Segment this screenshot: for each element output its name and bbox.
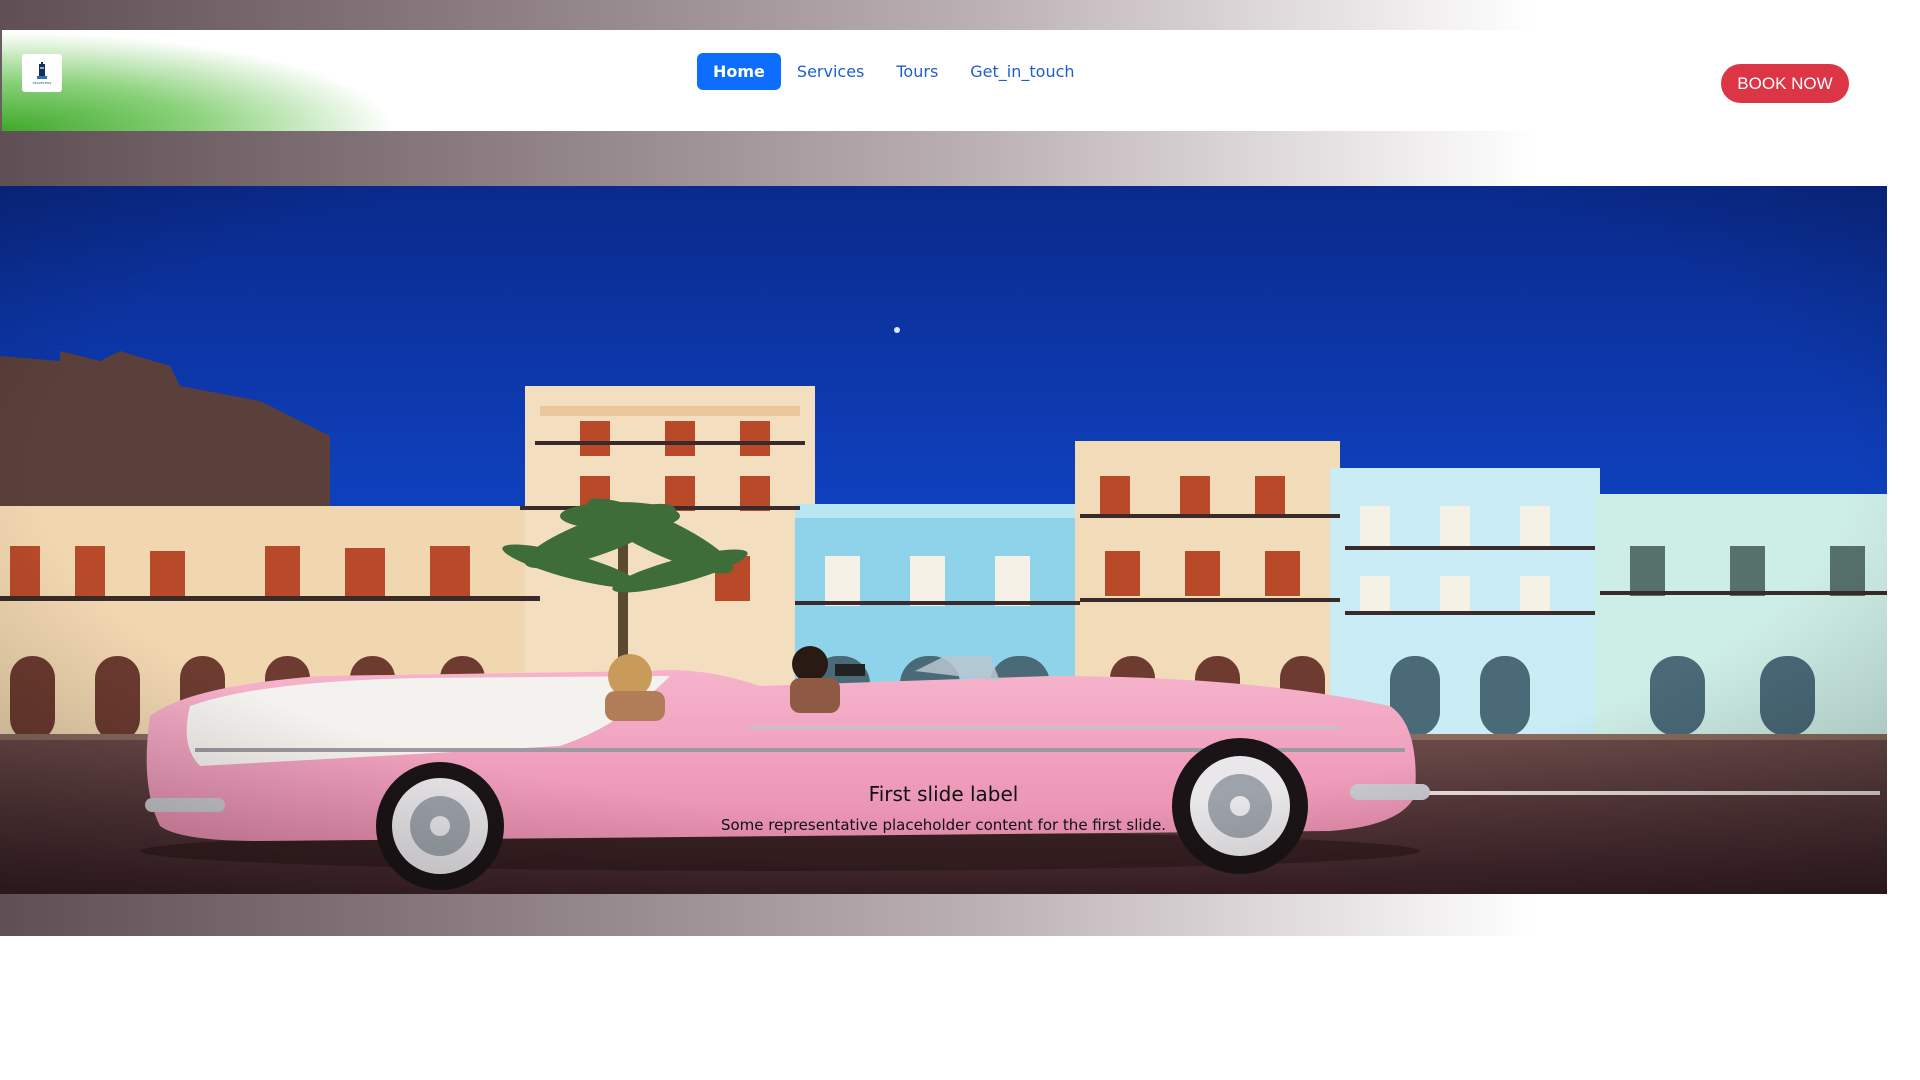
nav-link-services[interactable]: Services — [781, 53, 880, 90]
navbar-green-glow — [0, 30, 470, 131]
caption-text: Some representative placeholder content … — [720, 816, 1167, 834]
carousel-caption: First slide label Some representative pl… — [0, 782, 1887, 834]
travel-logo-icon — [37, 61, 47, 79]
caption-title: First slide label — [868, 782, 1019, 806]
site-logo[interactable]: TRAVELERS — [22, 54, 62, 92]
nav-links: Home Services Tours Get_in_touch — [697, 53, 1091, 90]
hero-carousel[interactable]: First slide label Some representative pl… — [0, 186, 1887, 897]
navbar: TRAVELERS Home Services Tours Get_in_tou… — [0, 30, 1920, 131]
nav-link-home[interactable]: Home — [697, 53, 781, 90]
nav-link-tours[interactable]: Tours — [880, 53, 954, 90]
bottom-gradient-band — [0, 894, 1920, 936]
navbar-left-edge — [0, 30, 2, 131]
nav-link-get-in-touch[interactable]: Get_in_touch — [954, 53, 1090, 90]
book-now-button[interactable]: BOOK NOW — [1721, 64, 1849, 103]
logo-text: TRAVELERS — [32, 80, 52, 85]
mid-gradient-band — [0, 131, 1920, 186]
page: TRAVELERS Home Services Tours Get_in_tou… — [0, 0, 1920, 1080]
top-gradient-band — [0, 0, 1920, 30]
